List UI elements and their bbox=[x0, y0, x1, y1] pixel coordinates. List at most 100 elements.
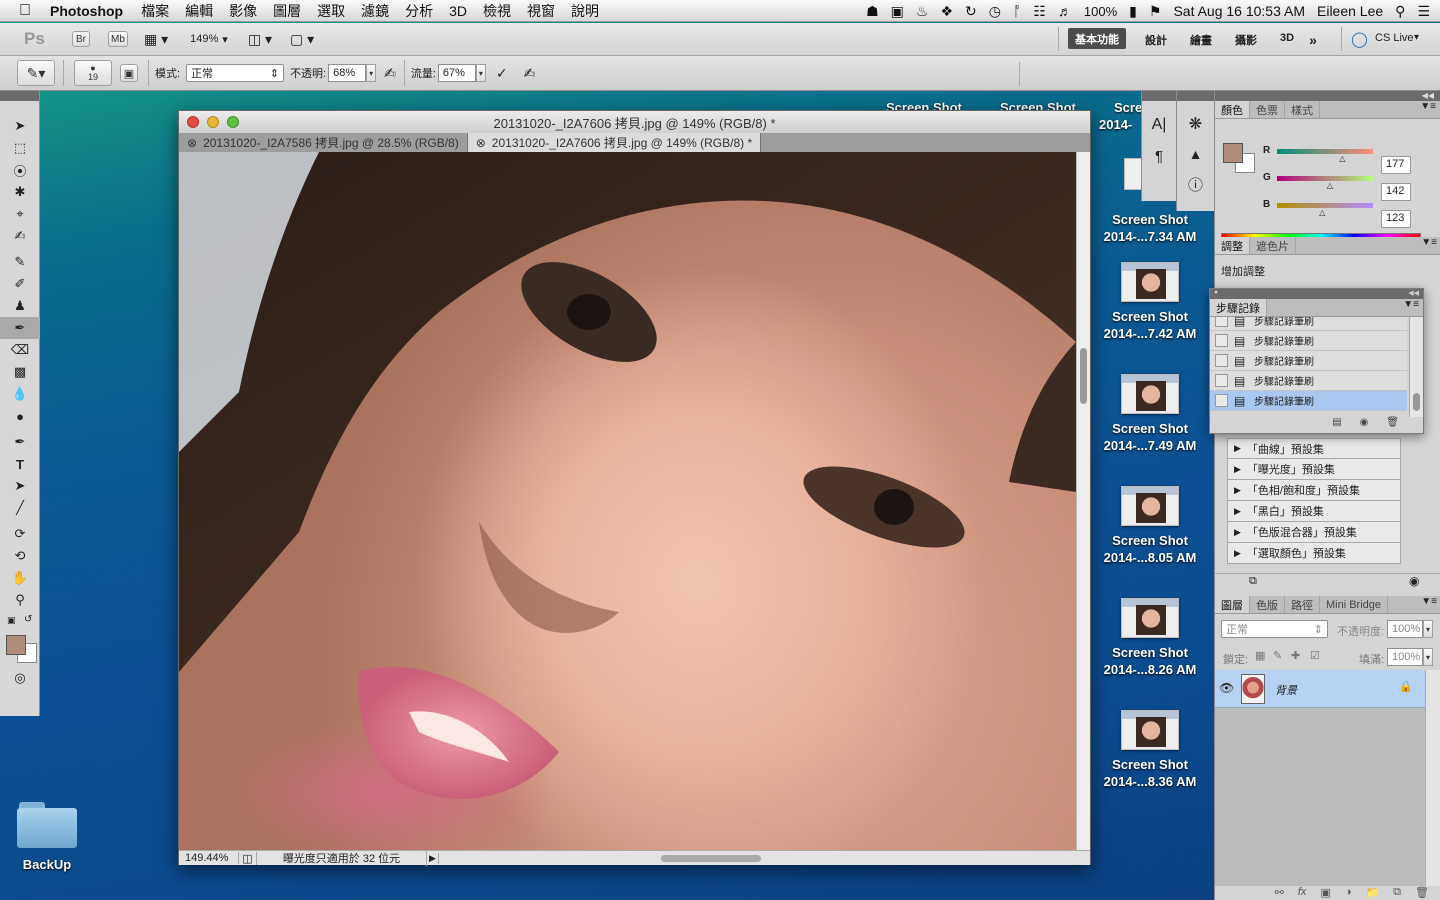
history-source-checkbox[interactable] bbox=[1215, 374, 1228, 387]
brush-presets-icon[interactable]: ❋ bbox=[1177, 109, 1214, 139]
new-group-icon[interactable]: 📁 bbox=[1365, 886, 1379, 899]
dodge-tool-icon[interactable]: ● bbox=[0, 405, 40, 427]
time-machine-icon[interactable]: ◷ bbox=[989, 3, 1001, 20]
blend-mode-select[interactable]: 正常 ⇕ bbox=[1221, 620, 1328, 638]
link-layers-icon[interactable]: ⚯ bbox=[1275, 886, 1284, 899]
paragraph-panel-icon[interactable]: ¶ bbox=[1142, 141, 1176, 171]
expand-triangle-icon[interactable]: ▶ bbox=[1234, 506, 1241, 517]
spotlight-icon[interactable]: ⚲ bbox=[1395, 3, 1405, 20]
chevron-down-icon[interactable]: ▾ bbox=[1423, 620, 1433, 638]
desktop-screenshot-file[interactable]: Screen Shot 2014-...8.26 AM bbox=[1095, 598, 1205, 678]
preset-item[interactable]: ▶ 「曲線」預設集 bbox=[1227, 438, 1401, 459]
panel-menu-icon[interactable]: ▼≡ bbox=[1420, 101, 1440, 118]
lock-pixels-icon[interactable]: ✎ bbox=[1273, 649, 1282, 662]
tab-color[interactable]: 顏色 bbox=[1215, 101, 1250, 118]
menu-app-name[interactable]: Photoshop bbox=[50, 3, 123, 19]
evernote-icon[interactable]: ☗ bbox=[866, 3, 879, 20]
brush-preset-picker[interactable]: ● 19 bbox=[74, 60, 112, 86]
layer-row-background[interactable]: 👁 背景 🔒 bbox=[1215, 670, 1425, 708]
history-source-checkbox[interactable] bbox=[1215, 317, 1228, 327]
document-tab[interactable]: ⊗ 20131020-_I2A7586 拷貝.jpg @ 28.5% (RGB/8… bbox=[179, 133, 468, 152]
desktop-screenshot-file[interactable]: Screen Shot 2014-...7.49 AM bbox=[1095, 374, 1205, 454]
flow-input[interactable]: 67% bbox=[437, 64, 476, 82]
red-value-input[interactable]: 177 bbox=[1381, 156, 1411, 174]
desktop-screenshot-label[interactable]: Screen Shot 2014-...7.34 AM bbox=[1095, 211, 1205, 245]
tab-history[interactable]: 步驟記錄 bbox=[1210, 299, 1267, 316]
brush-tool-icon[interactable]: ✐ bbox=[0, 273, 40, 295]
chevron-down-icon[interactable]: ▾ bbox=[222, 33, 228, 46]
foreground-color-swatch[interactable] bbox=[1223, 143, 1243, 163]
lock-position-icon[interactable]: ✚ bbox=[1291, 649, 1300, 662]
menu-analysis[interactable]: 分析 bbox=[405, 1, 433, 21]
slider-thumb-icon[interactable]: △ bbox=[1319, 208, 1325, 217]
airbrush-icon[interactable]: ✓ bbox=[496, 65, 508, 82]
bluetooth-icon[interactable]: ᚩ bbox=[1013, 3, 1021, 19]
preset-item[interactable]: ▶ 「黑白」預設集 bbox=[1227, 501, 1401, 522]
volume-icon[interactable]: ♬ bbox=[1058, 3, 1072, 19]
tools-panel-header[interactable] bbox=[0, 91, 39, 101]
history-state[interactable]: ▤ 步驟記錄筆刷 bbox=[1210, 317, 1407, 331]
clip-adjustment-icon[interactable]: ◉ bbox=[1409, 574, 1419, 588]
tab-channels[interactable]: 色版 bbox=[1250, 596, 1285, 613]
desktop-screenshot-file[interactable]: Screen Shot 2014-...8.05 AM bbox=[1095, 486, 1205, 566]
path-selection-tool-icon[interactable]: ➤ bbox=[0, 475, 40, 497]
panel-menu-icon[interactable]: ▼≡ bbox=[1421, 237, 1440, 254]
history-state-selected[interactable]: ▤ 步驟記錄筆刷 bbox=[1210, 391, 1407, 411]
notification-icon[interactable]: ♨ bbox=[916, 3, 929, 20]
pressure-opacity-icon[interactable]: ✍ bbox=[384, 65, 396, 82]
history-state[interactable]: ▤ 步驟記錄筆刷 bbox=[1210, 371, 1407, 391]
history-state[interactable]: ▤ 步驟記錄筆刷 bbox=[1210, 331, 1407, 351]
close-panel-icon[interactable]: ● bbox=[1214, 289, 1218, 299]
collapse-panel-icon[interactable]: ◀◀ bbox=[1408, 289, 1419, 299]
cs-live-icon[interactable]: ◯ bbox=[1351, 30, 1368, 48]
zoom-level[interactable]: 149% bbox=[190, 33, 218, 45]
workspace-essentials-button[interactable]: 基本功能 bbox=[1068, 28, 1126, 49]
cs-live-button[interactable]: CS Live bbox=[1375, 32, 1414, 44]
3d-rotate-tool-icon[interactable]: ⟳ bbox=[0, 523, 40, 545]
dock-collapse-icon[interactable]: ◀◀ bbox=[1215, 91, 1440, 101]
default-colors-icon[interactable]: ▣ bbox=[7, 615, 16, 626]
tab-mini-bridge[interactable]: Mini Bridge bbox=[1320, 596, 1389, 613]
layer-name[interactable]: 背景 bbox=[1275, 682, 1297, 698]
preset-item[interactable]: ▶ 「色相/飽和度」預設集 bbox=[1227, 480, 1401, 501]
hand-tool-icon[interactable]: ✋ bbox=[0, 567, 40, 589]
preset-item[interactable]: ▶ 「曝光度」預設集 bbox=[1227, 459, 1401, 480]
notification-center-icon[interactable]: ☰ bbox=[1417, 3, 1430, 20]
menu-help[interactable]: 說明 bbox=[571, 1, 599, 21]
user-name[interactable]: Eileen Lee bbox=[1317, 3, 1383, 19]
slider-thumb-icon[interactable]: △ bbox=[1327, 181, 1333, 190]
status-menu-icon[interactable]: ▶ bbox=[427, 852, 439, 864]
expand-triangle-icon[interactable]: ▶ bbox=[1234, 548, 1241, 559]
expand-triangle-icon[interactable]: ▶ bbox=[1234, 464, 1241, 475]
marquee-tool-icon[interactable]: ⬚ bbox=[0, 137, 40, 159]
crop-tool-icon[interactable]: ⌖ bbox=[0, 203, 40, 225]
trash-icon[interactable]: 🗑 bbox=[1415, 886, 1429, 899]
clone-stamp-tool-icon[interactable]: ♟ bbox=[0, 295, 40, 317]
pressure-size-icon[interactable]: ✍ bbox=[524, 65, 536, 82]
apple-icon[interactable]:  bbox=[0, 2, 50, 20]
backup-folder[interactable]: BackUp bbox=[0, 800, 102, 873]
menu-window[interactable]: 視窗 bbox=[527, 1, 555, 21]
tab-paths[interactable]: 路徑 bbox=[1285, 596, 1320, 613]
document-tab-active[interactable]: ⊗ 20131020-_I2A7606 拷貝.jpg @ 149% (RGB/8)… bbox=[467, 133, 762, 152]
lock-transparency-icon[interactable]: ▦ bbox=[1255, 649, 1265, 662]
panel-menu-icon[interactable]: ▼≡ bbox=[1421, 596, 1440, 613]
3d-orbit-tool-icon[interactable]: ⟲ bbox=[0, 545, 40, 567]
swap-colors-icon[interactable]: ↺ bbox=[24, 614, 32, 625]
zoom-tool-icon[interactable]: ⚲ bbox=[0, 589, 40, 611]
document-title-bar[interactable]: 20131020-_I2A7606 拷貝.jpg @ 149% (RGB/8) … bbox=[179, 111, 1090, 133]
new-document-from-state-icon[interactable]: ▤ bbox=[1332, 417, 1341, 433]
return-to-list-icon[interactable]: ⧉ bbox=[1249, 575, 1257, 588]
minimize-window-button[interactable] bbox=[207, 116, 219, 128]
tab-swatches[interactable]: 色票 bbox=[1250, 101, 1285, 118]
tab-masks[interactable]: 遮色片 bbox=[1250, 237, 1296, 254]
line-tool-icon[interactable]: ╱ bbox=[0, 497, 40, 519]
green-slider[interactable] bbox=[1277, 176, 1373, 181]
quick-mask-icon[interactable]: ◎ bbox=[0, 667, 40, 689]
screen-mode-icon[interactable]: ▢ ▾ bbox=[290, 31, 314, 48]
mini-bridge-button[interactable]: Mb bbox=[108, 31, 128, 47]
tab-layers[interactable]: 圖層 bbox=[1215, 596, 1250, 613]
chevron-down-icon[interactable]: ▾ bbox=[1414, 32, 1419, 43]
info-icon[interactable]: ⓘ bbox=[1177, 169, 1214, 199]
desktop-screenshot-file[interactable]: Screen Shot 2014-...7.42 AM bbox=[1095, 262, 1205, 342]
